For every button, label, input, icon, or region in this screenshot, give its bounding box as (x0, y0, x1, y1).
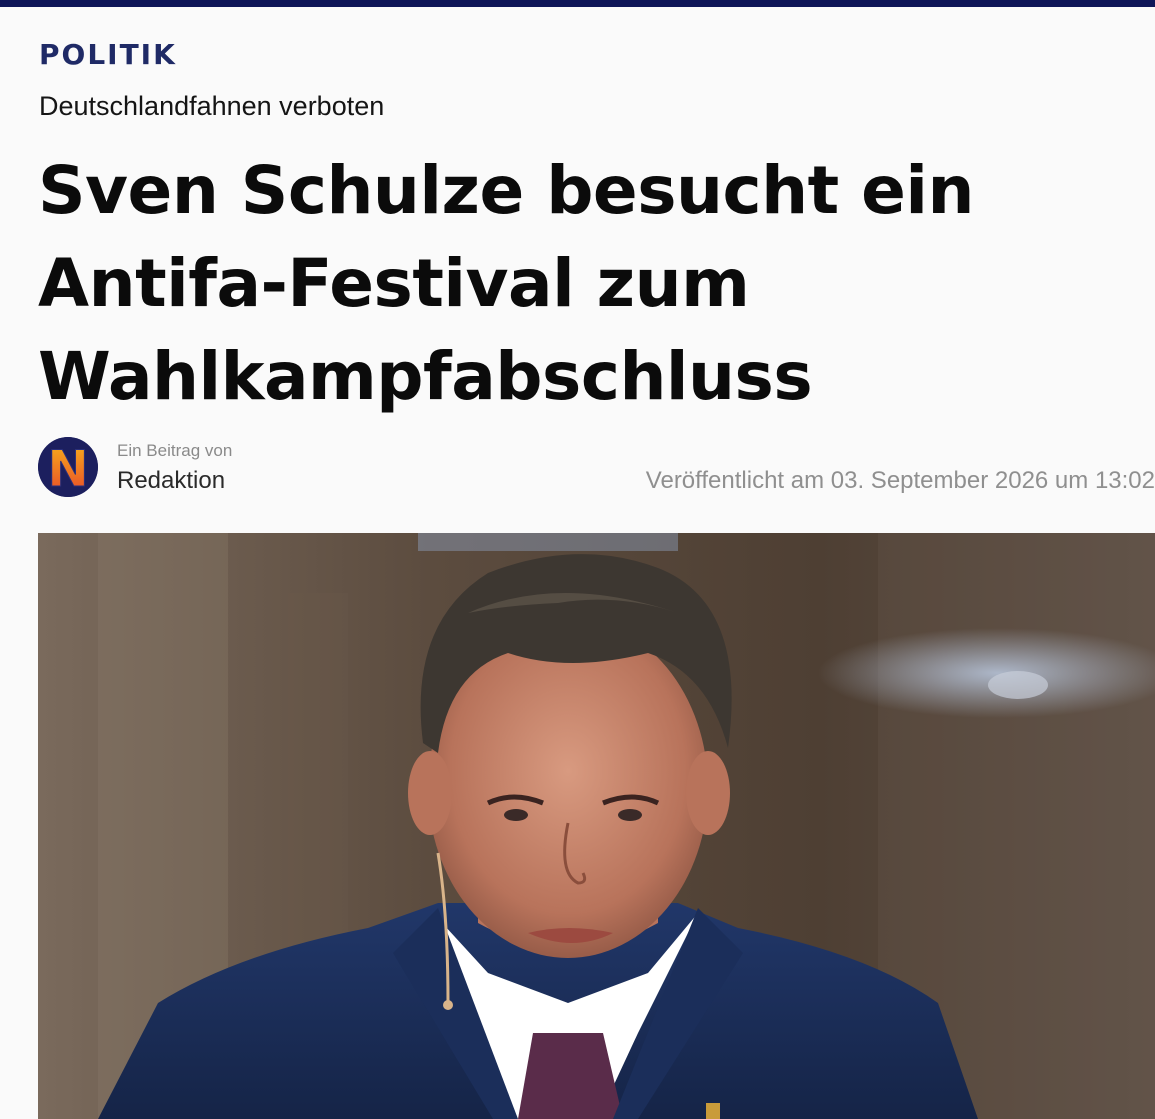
section-label[interactable]: POLITIK (39, 38, 177, 72)
avatar-letter: N (47, 440, 89, 497)
author-avatar[interactable]: N (38, 437, 98, 497)
byline-prefix: Ein Beitrag von (117, 441, 233, 460)
byline-author[interactable]: Redaktion (117, 466, 225, 496)
publish-date: Veröffentlicht am 03. September 2026 um … (645, 467, 1155, 494)
headline-line: Antifa-Festival zum (38, 245, 750, 322)
article-kicker: Deutschlandfahnen verboten (39, 91, 385, 121)
hero-image (38, 533, 1155, 1119)
headline-line: Sven Schulze besucht ein (38, 152, 974, 229)
article-headline: Sven Schulze besucht ein Antifa-Festival… (38, 144, 1118, 423)
logo-n-icon: N (38, 437, 98, 497)
headline-line: Wahlkampfabschluss (38, 338, 813, 415)
hero-photo (38, 533, 1155, 1119)
top-accent-bar (0, 0, 1155, 7)
